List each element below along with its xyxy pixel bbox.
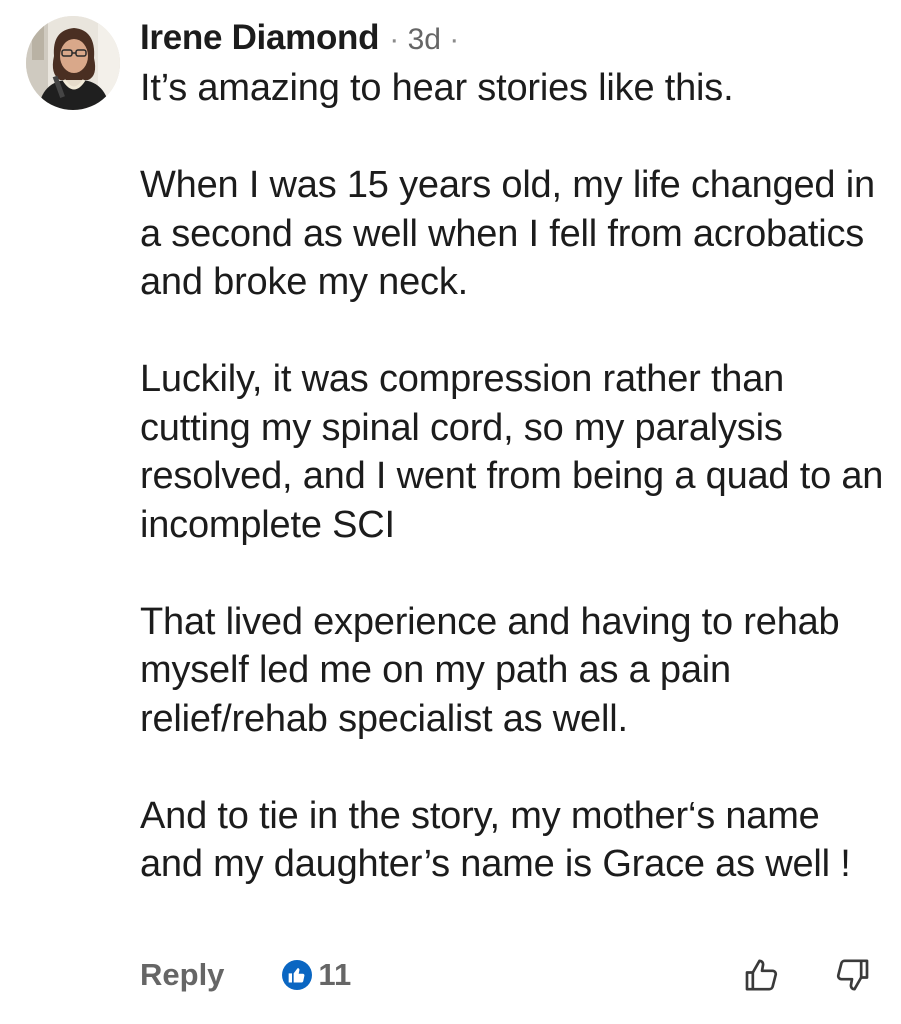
meta-separator: · [389, 23, 400, 56]
meta-separator-trailing: · [449, 23, 460, 56]
comment-paragraph: When I was 15 years old, my life changed… [140, 164, 875, 303]
comment-paragraph: Luckily, it was compression rather than … [140, 358, 884, 546]
comment-paragraph: And to tie in the story, my mother‘s nam… [140, 794, 851, 886]
upvote-button[interactable] [739, 952, 785, 998]
comment-paragraph: That lived experience and having to reha… [140, 600, 840, 740]
author-name[interactable]: Irene Diamond [140, 18, 380, 58]
timestamp: 3d [407, 23, 441, 56]
comment-meta: · 3d · [389, 23, 459, 57]
thumbs-down-outline-icon [836, 959, 869, 991]
vote-buttons [739, 952, 875, 998]
comment-body: It’s amazing to hear stories like this. … [140, 64, 885, 889]
reply-button[interactable]: Reply [140, 957, 224, 993]
avatar[interactable] [26, 16, 120, 110]
reaction-summary[interactable]: 11 [282, 957, 351, 993]
author-photo [26, 16, 120, 110]
thumbs-up-outline-icon [745, 959, 778, 991]
comment-paragraph: It’s amazing to hear stories like this. [140, 67, 734, 109]
downvote-button[interactable] [829, 952, 875, 998]
comment-header: Irene Diamond · 3d · [140, 18, 459, 62]
thumbs-up-icon [282, 960, 313, 990]
reaction-count: 11 [318, 957, 352, 992]
comment-actions: Reply 11 [140, 950, 875, 1000]
